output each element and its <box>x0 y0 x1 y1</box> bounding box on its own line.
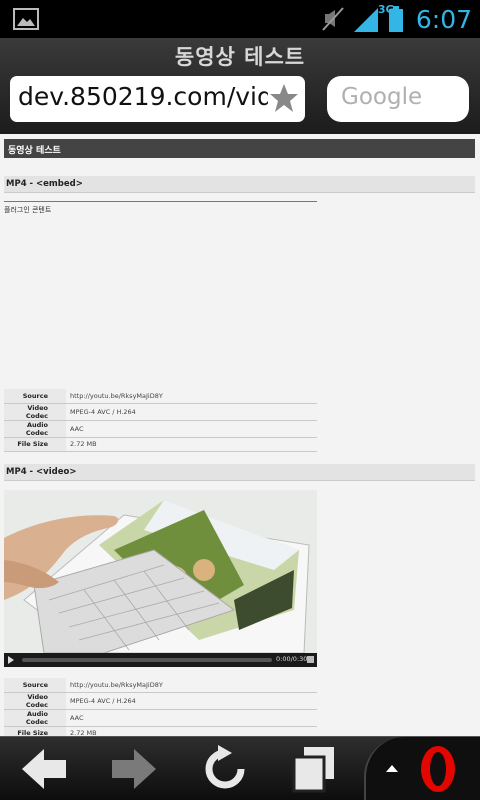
back-icon[interactable] <box>20 745 70 793</box>
info-key: Source <box>4 389 66 404</box>
info-key: Audio Codec <box>4 420 66 438</box>
table-row: Source http://youtu.be/RksyMaJiD8Y <box>4 389 317 404</box>
info-value: 2.72 MB <box>66 726 317 736</box>
info-key: Video Codec <box>4 692 66 710</box>
address-bar[interactable]: dev.850219.com/video <box>10 76 305 122</box>
info-key: Video Codec <box>4 403 66 421</box>
mute-icon <box>322 7 344 31</box>
table-row: Audio Codec AAC <box>4 709 317 727</box>
video-player[interactable]: 0:00/0:30 <box>4 490 317 667</box>
info-table-embed: Source http://youtu.be/RksyMaJiD8Y Video… <box>4 389 317 452</box>
video-progress-bar[interactable] <box>22 658 272 662</box>
info-value: MPEG-4 AVC / H.264 <box>66 692 317 710</box>
info-value: AAC <box>66 420 317 438</box>
info-value: AAC <box>66 709 317 727</box>
opera-menu-button[interactable] <box>364 737 480 800</box>
video-time: 0:00/0:30 <box>276 655 308 663</box>
info-key: File Size <box>4 726 66 736</box>
url-text[interactable]: dev.850219.com/video <box>18 82 268 111</box>
play-icon[interactable] <box>8 656 14 664</box>
plugin-placeholder[interactable]: 플러그인 콘텐트 <box>4 201 317 215</box>
section-embed-title: MP4 - <embed> <box>4 176 475 193</box>
reload-icon[interactable] <box>200 745 250 793</box>
web-page[interactable]: 동영상 테스트 MP4 - <embed> 플러그인 콘텐트 Source ht… <box>0 134 480 736</box>
forward-icon[interactable] <box>108 745 158 793</box>
section-video-title: MP4 - <video> <box>4 464 475 481</box>
bookmark-star-icon[interactable] <box>269 82 299 114</box>
signal-icon: 3G <box>352 0 395 38</box>
page-title: 동영상 테스트 <box>174 45 306 69</box>
page-heading: 동영상 테스트 <box>4 139 475 158</box>
info-key: Audio Codec <box>4 709 66 727</box>
table-row: Video Codec MPEG-4 AVC / H.264 <box>4 403 317 421</box>
info-table-video: Source http://youtu.be/RksyMaJiD8Y Video… <box>4 678 317 736</box>
status-bar: 3G 6:07 <box>0 0 480 38</box>
search-placeholder: Google <box>341 84 423 110</box>
table-row: Audio Codec AAC <box>4 420 317 438</box>
info-value: http://youtu.be/RksyMaJiD8Y <box>66 389 317 404</box>
gallery-icon <box>13 8 39 30</box>
tabs-icon[interactable] <box>290 745 340 793</box>
table-row: Video Codec MPEG-4 AVC / H.264 <box>4 692 317 710</box>
opera-menu-icon <box>421 746 455 792</box>
info-key: File Size <box>4 437 66 452</box>
table-row: File Size 2.72 MB <box>4 726 317 736</box>
info-value: MPEG-4 AVC / H.264 <box>66 403 317 421</box>
table-row: File Size 2.72 MB <box>4 437 317 452</box>
volume-icon[interactable] <box>307 656 314 663</box>
table-row: Source http://youtu.be/RksyMaJiD8Y <box>4 678 317 693</box>
info-value: 2.72 MB <box>66 437 317 452</box>
status-icons: 3G 6:07 <box>320 0 472 38</box>
video-thumbnail[interactable] <box>4 490 317 653</box>
browser-header: 동영상 테스트 dev.850219.com/video Google <box>0 38 480 134</box>
browser-toolbar <box>0 736 480 800</box>
chevron-up-icon <box>386 765 398 772</box>
info-key: Source <box>4 678 66 693</box>
video-controls: 0:00/0:30 <box>4 653 317 667</box>
search-field[interactable]: Google <box>327 76 469 122</box>
clock: 6:07 <box>415 4 472 34</box>
info-value: http://youtu.be/RksyMaJiD8Y <box>66 678 317 693</box>
